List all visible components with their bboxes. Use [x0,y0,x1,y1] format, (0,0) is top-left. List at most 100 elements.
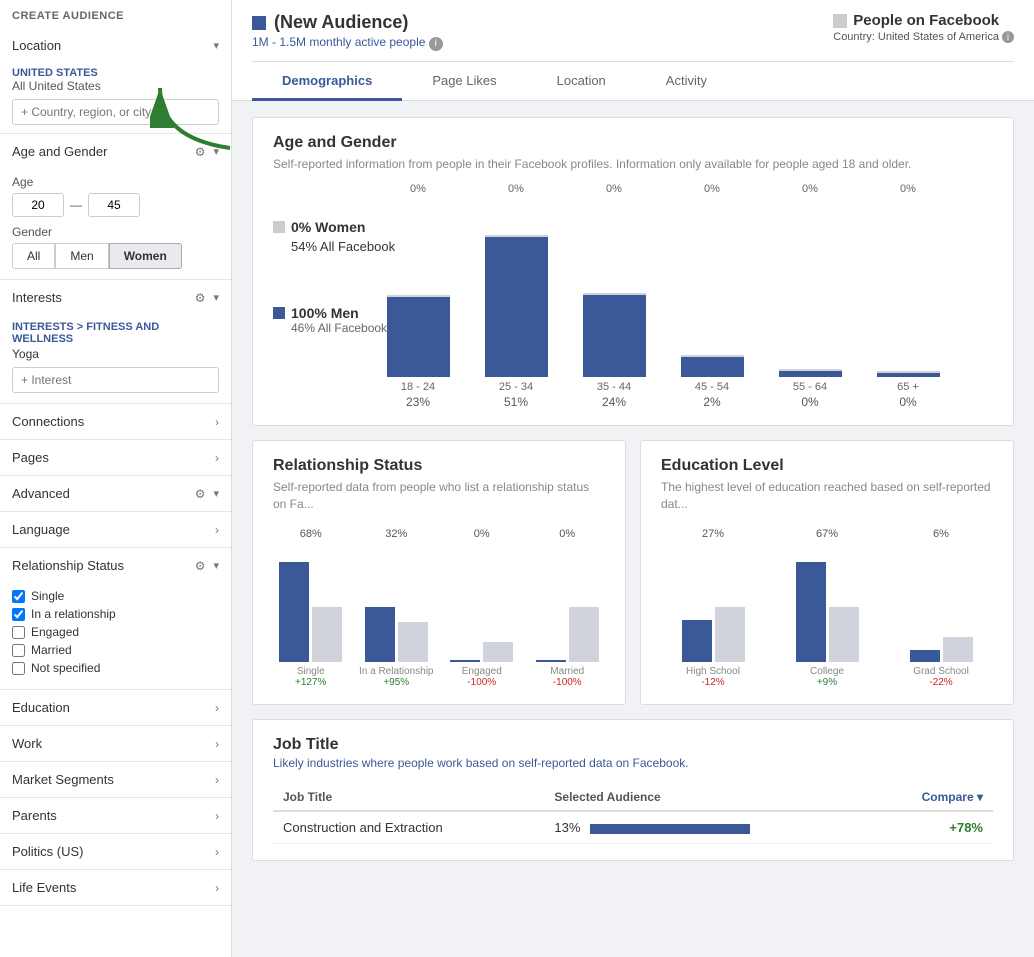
age-dash: — [70,198,82,212]
language-label: Language [12,522,70,537]
audience-info-icon[interactable]: i [429,37,443,51]
advanced-label: Advanced [12,486,70,501]
rel-engaged-change: -100% [467,677,496,688]
rel-engaged: Engaged [12,625,219,639]
rel-bar-married: 0% Married -100% [530,528,606,688]
rel-status-header[interactable]: Relationship Status ⚙ ▾ [0,548,231,583]
compare-button[interactable]: Compare ▾ [922,790,983,804]
rel-single-name: Single [297,666,325,677]
life-events-label: Life Events [12,880,76,895]
audience-box-icon [252,16,266,30]
rel-inrel-selected-bar [365,607,395,662]
gender-label: Gender [12,225,219,239]
bar-group-55-64: 0% 55 - 64 0% [765,183,855,409]
rel-in-relationship-checkbox[interactable] [12,608,25,621]
bar-men-pct-55-64: 0% [801,395,818,409]
bar-women-pct-35-44: 0% [606,183,622,195]
rel-not-specified-checkbox[interactable] [12,662,25,675]
pages-chevron: › [215,451,219,465]
interests-content: INTERESTS > FITNESS AND WELLNESS Yoga [0,315,231,403]
rel-single: Single [12,589,219,603]
rel-status-gear-icon[interactable]: ⚙ [195,559,206,573]
advanced-section: Advanced ⚙ ▾ [0,476,231,512]
politics-section[interactable]: Politics (US) › [0,834,231,870]
interests-gear-icon[interactable]: ⚙ [195,291,206,305]
life-events-section[interactable]: Life Events › [0,870,231,906]
language-chevron: › [215,523,219,537]
pages-label: Pages [12,450,49,465]
age-max-input[interactable] [88,193,140,217]
gender-women-button[interactable]: Women [109,243,182,269]
rel-single-bars [273,542,349,662]
location-section: Location ▾ UNITED STATES All United Stat… [0,28,231,134]
age-row: — [12,193,219,217]
connections-section[interactable]: Connections › [0,404,231,440]
pages-section[interactable]: Pages › [0,440,231,476]
age-gender-header[interactable]: Age and Gender ⚙ ▾ [0,134,231,169]
audience-info: (New Audience) 1M - 1.5M monthly active … [252,12,443,51]
rel-married-checkbox[interactable] [12,644,25,657]
location-input[interactable] [12,99,219,125]
bar-women-pct-65: 0% [900,183,916,195]
advanced-gear-icon[interactable]: ⚙ [195,487,206,501]
language-section[interactable]: Language › [0,512,231,548]
work-section[interactable]: Work › [0,726,231,762]
interests-section: Interests ⚙ ▾ INTERESTS > FITNESS AND WE… [0,280,231,404]
education-section[interactable]: Education › [0,690,231,726]
edu-hs-pct: 27% [702,528,724,540]
age-min-input[interactable] [12,193,64,217]
gender-men-button[interactable]: Men [55,243,108,269]
bar-men-25-34 [485,237,548,377]
col-selected-audience: Selected Audience [544,784,870,811]
edu-college-change: +9% [817,677,837,688]
market-segments-section[interactable]: Market Segments › [0,762,231,798]
rel-single-pct: 68% [300,528,322,540]
age-gender-card: Age and Gender Self-reported information… [252,117,1014,426]
tab-location[interactable]: Location [527,63,636,101]
tab-page-likes[interactable]: Page Likes [402,63,526,101]
tab-activity[interactable]: Activity [636,63,737,101]
rel-married: Married [12,643,219,657]
people-fb-info-icon[interactable]: i [1002,31,1014,43]
parents-section[interactable]: Parents › [0,798,231,834]
location-section-header[interactable]: Location ▾ [0,28,231,63]
edu-hs-name: High School [686,666,740,677]
main-area: (New Audience) 1M - 1.5M monthly active … [232,0,1034,957]
rel-not-specified: Not specified [12,661,219,675]
audience-title: (New Audience) [252,12,443,33]
rel-engaged-compare-bar [483,642,513,662]
age-gender-bars: 0% 18 - 24 23% 0% [373,189,993,409]
men-box-icon [273,307,285,319]
rel-married-name: Married [550,666,584,677]
edu-hs-selected-bar [682,620,712,662]
edu-college-bars [775,542,879,662]
gender-all-button[interactable]: All [12,243,55,269]
job-title-header: Job Title [273,736,993,754]
rel-married-bars [530,542,606,662]
bar-men-pct-65: 0% [899,395,916,409]
rel-single-compare-bar [312,607,342,662]
country-label: UNITED STATES [12,67,219,79]
location-label: Location [12,38,61,53]
rel-married-change: -100% [553,677,582,688]
rel-single-checkbox[interactable] [12,590,25,603]
col-job-title: Job Title [273,784,544,811]
people-fb-sub: Country: United States of America i [833,31,1014,43]
interests-label: Interests [12,290,62,305]
tab-demographics[interactable]: Demographics [252,63,402,101]
advanced-header[interactable]: Advanced ⚙ ▾ [0,476,231,511]
content-area: Age and Gender Self-reported information… [232,101,1034,877]
bar-men-pct-35-44: 24% [602,395,626,409]
education-level-card: Education Level The highest level of edu… [640,440,1014,706]
men-legend: 100% Men 46% All Facebook [273,299,387,335]
sidebar: CREATE AUDIENCE Location ▾ UNITED STATES… [0,0,232,957]
advanced-chevron: ▾ [213,487,219,500]
audience-size: 1M - 1.5M monthly active people i [252,35,443,51]
interests-header[interactable]: Interests ⚙ ▾ [0,280,231,315]
edu-bar-hs: 27% High School -12% [661,528,765,688]
interest-input[interactable] [12,367,219,393]
bar-age-label-45-54: 45 - 54 [695,381,729,393]
age-gender-gear-icon[interactable]: ⚙ [195,145,206,159]
rel-engaged-checkbox[interactable] [12,626,25,639]
edu-bar-chart: 27% High School -12% 67% [661,528,993,688]
